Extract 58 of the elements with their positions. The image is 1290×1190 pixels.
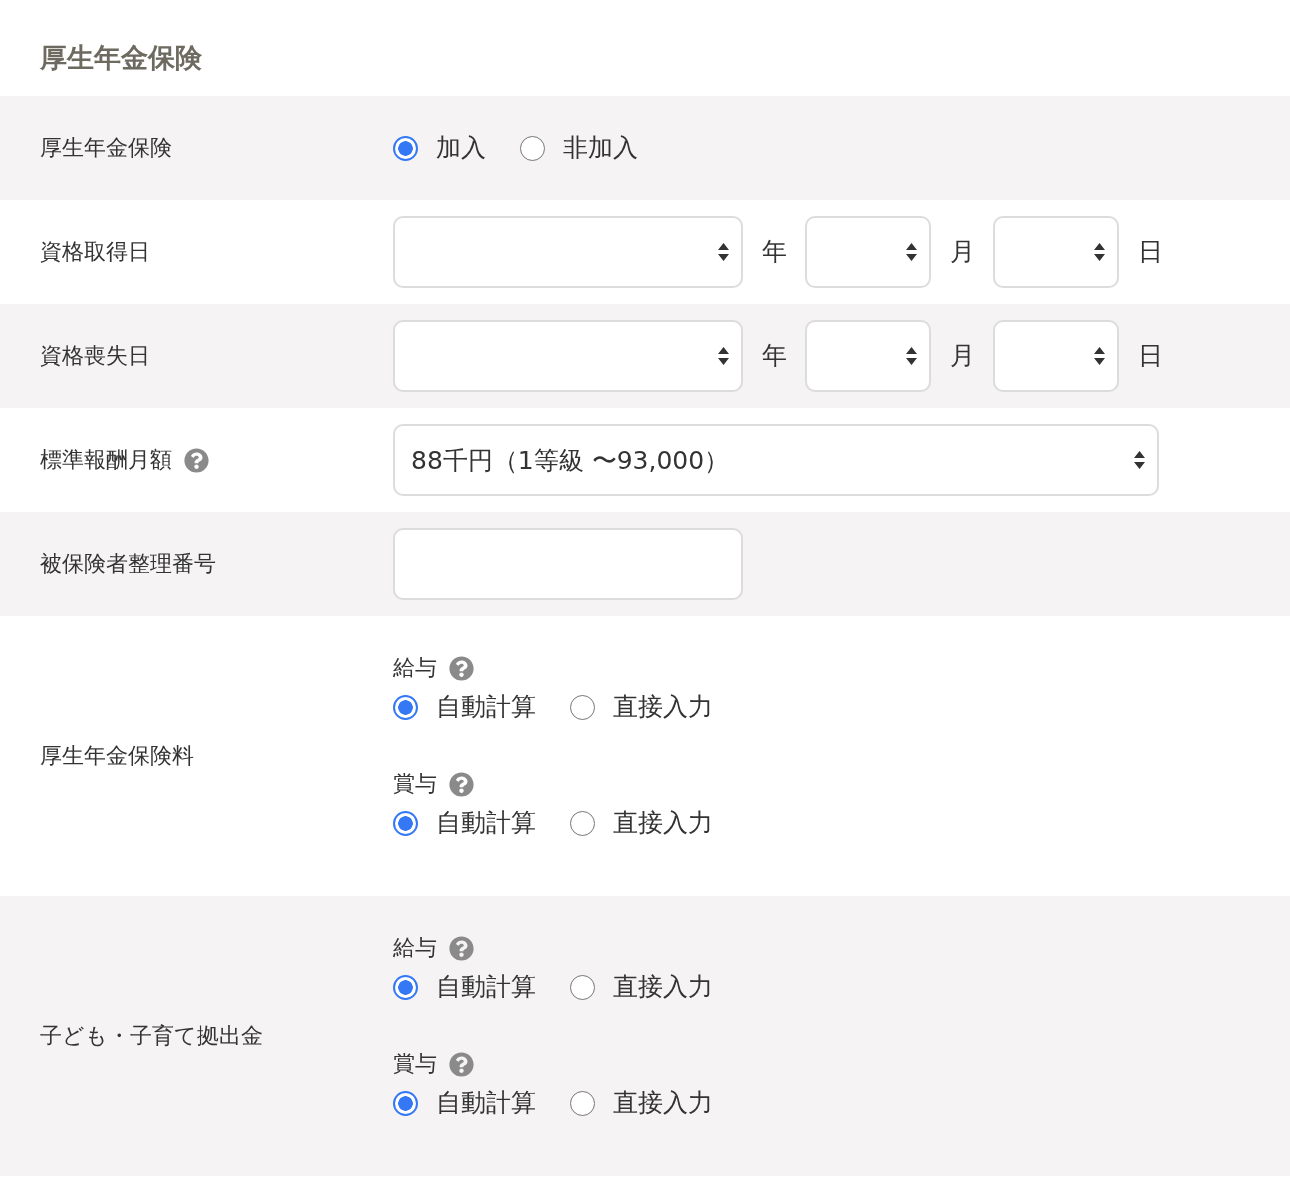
radio-icon[interactable] [570,974,595,1000]
field-label: 厚生年金保険料 [40,742,194,770]
radio-option[interactable]: 非加入 [520,129,638,167]
up-down-arrows-icon [1094,347,1105,365]
up-down-arrows-icon [1134,451,1145,469]
group-label: 賞与 [393,1050,437,1078]
group-label: 給与 [393,654,437,682]
radio-icon[interactable] [393,135,418,161]
unit-label: 年 [762,340,787,372]
radio-option[interactable]: 直接入力 [570,804,713,842]
unit-label: 月 [950,236,975,268]
radio-icon[interactable] [393,1090,418,1116]
radio-option[interactable]: 自動計算 [393,688,536,726]
help-icon[interactable] [449,771,474,797]
up-down-arrows-icon [906,347,917,365]
radio-option[interactable]: 直接入力 [570,968,713,1006]
dropdown-field[interactable] [805,216,931,288]
radio-option[interactable]: 加入 [393,129,486,167]
help-icon[interactable] [449,935,474,961]
radio-icon[interactable] [520,135,545,161]
dropdown-field[interactable] [993,216,1119,288]
radio-option[interactable]: 自動計算 [393,1084,536,1122]
radio-icon[interactable] [570,1090,595,1116]
radio-icon[interactable] [393,694,418,720]
unit-label: 日 [1138,236,1163,268]
up-down-arrows-icon [1094,243,1105,261]
radio-option[interactable]: 自動計算 [393,968,536,1006]
help-icon[interactable] [449,1051,474,1077]
radio-icon[interactable] [393,810,418,836]
field-label: 標準報酬月額 [40,446,172,474]
group-label: 賞与 [393,770,437,798]
radio-option[interactable]: 直接入力 [570,688,713,726]
dropdown-field[interactable] [993,320,1119,392]
help-icon[interactable] [184,447,209,473]
help-icon[interactable] [449,655,474,681]
dropdown-field[interactable]: 88千円（1等級 〜93,000） [393,424,1159,496]
unit-label: 月 [950,340,975,372]
up-down-arrows-icon [718,347,729,365]
dropdown-field[interactable] [805,320,931,392]
group-label: 給与 [393,934,437,962]
text-input-field[interactable] [393,528,743,600]
field-label: 資格取得日 [40,238,150,266]
field-label: 資格喪失日 [40,342,150,370]
field-label: 子ども・子育て拠出金 [40,1022,263,1050]
unit-label: 日 [1138,340,1163,372]
section-title: 厚生年金保険 [40,41,202,75]
field-label: 被保険者整理番号 [40,550,216,578]
radio-option[interactable]: 自動計算 [393,804,536,842]
up-down-arrows-icon [718,243,729,261]
radio-icon[interactable] [393,974,418,1000]
dropdown-field[interactable] [393,216,743,288]
radio-option[interactable]: 直接入力 [570,1084,713,1122]
up-down-arrows-icon [906,243,917,261]
unit-label: 年 [762,236,787,268]
radio-icon[interactable] [570,810,595,836]
field-label: 厚生年金保険 [40,134,172,162]
dropdown-field[interactable] [393,320,743,392]
radio-icon[interactable] [570,694,595,720]
